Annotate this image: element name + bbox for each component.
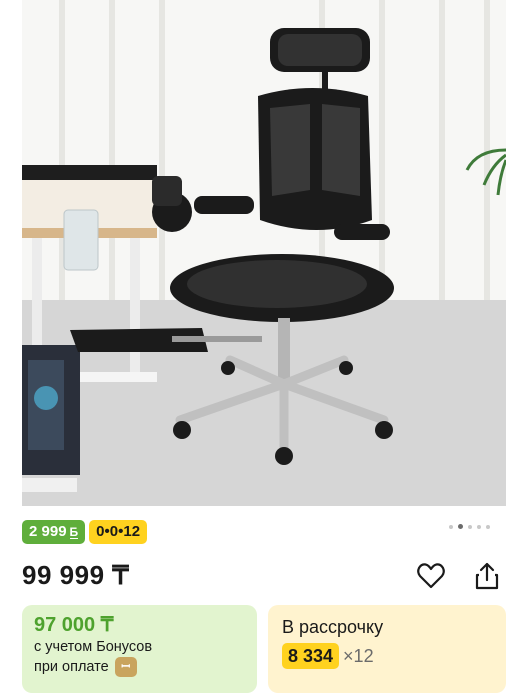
product-price: 99 999 ₸	[22, 560, 130, 590]
badges-row: 2 999 Б 0•0•12	[22, 520, 148, 544]
bonus-note-line2-row: при оплате ꟷ	[34, 657, 245, 677]
product-image[interactable]	[22, 0, 506, 506]
bonus-note-line2: при оплате	[34, 659, 109, 675]
carousel-dots[interactable]	[449, 524, 490, 529]
share-button[interactable]	[471, 560, 503, 592]
bonus-badge: 2 999 Б	[22, 520, 86, 544]
bonus-price: 97 000 ₸	[34, 614, 114, 636]
heart-icon	[417, 563, 445, 589]
installment-months: ×12	[343, 645, 374, 666]
chair-photo	[22, 0, 506, 506]
installment-title: В рассрочку	[282, 617, 384, 637]
bonus-coin-icon: ꟷ	[114, 657, 137, 677]
bonus-badge-value: 2 999	[29, 523, 67, 540]
bonus-b-icon: Б	[69, 524, 79, 539]
installment-badge: 0•0•12	[89, 520, 148, 544]
installment-row: 8 334 ×12	[282, 643, 492, 669]
installment-monthly: 8 334	[282, 643, 340, 669]
carousel-dot[interactable]	[486, 524, 490, 529]
bonus-price-card[interactable]: 97 000 ₸ с учетом Бонусов при оплате ꟷ	[22, 605, 257, 693]
carousel-dot[interactable]	[449, 524, 453, 529]
bonus-note-line1: с учетом Бонусов	[34, 639, 153, 655]
carousel-dot-active[interactable]	[458, 524, 463, 529]
installment-card[interactable]: В рассрочку 8 334 ×12	[268, 605, 506, 693]
carousel-dot[interactable]	[468, 524, 472, 529]
share-icon	[475, 562, 499, 590]
favorite-button[interactable]	[415, 560, 447, 592]
carousel-dot[interactable]	[477, 524, 481, 529]
